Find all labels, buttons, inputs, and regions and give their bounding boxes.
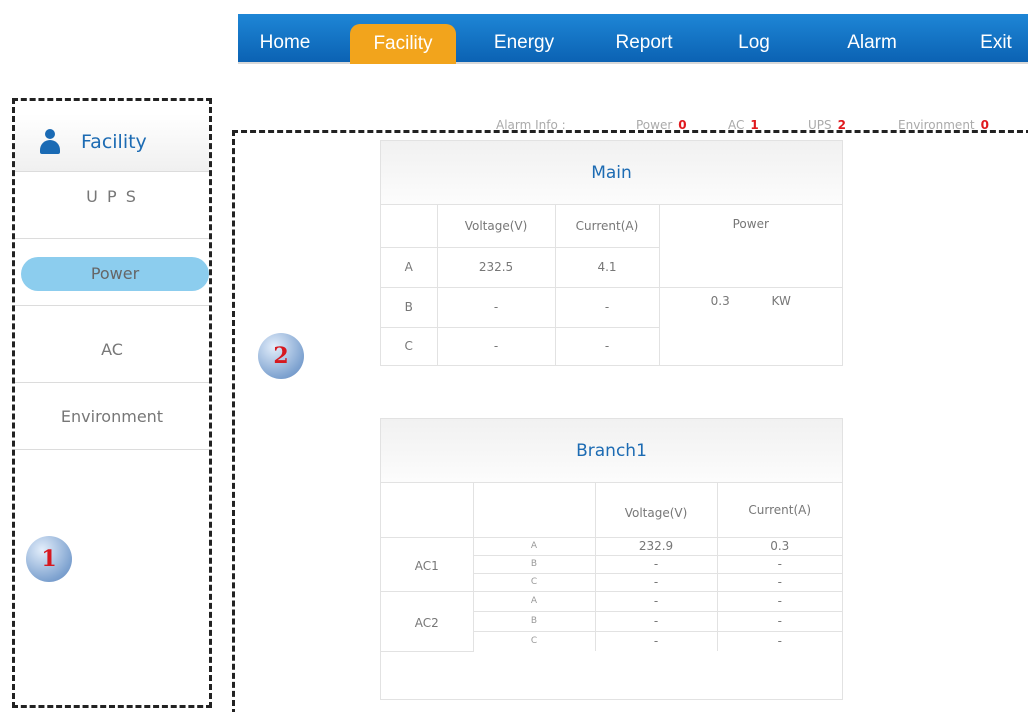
current-value: 0.3	[716, 536, 842, 556]
row-phase: B	[473, 554, 596, 574]
voltage-value: 232.5	[436, 246, 556, 288]
table-cell	[381, 483, 474, 538]
current-value: -	[716, 610, 842, 632]
nav-facility[interactable]: Facility	[350, 24, 456, 64]
annotation-marker-1: 1	[26, 536, 72, 582]
current-value: -	[716, 630, 842, 651]
current-value: -	[716, 554, 842, 574]
column-header: Power	[658, 205, 842, 288]
row-phase: C	[473, 630, 596, 651]
row-phase: B	[473, 610, 596, 632]
voltage-value: 232.9	[594, 536, 718, 556]
voltage-value: -	[594, 610, 718, 632]
row-phase: C	[473, 572, 596, 592]
voltage-value: -	[436, 286, 556, 328]
voltage-value: -	[594, 554, 718, 574]
nav-home[interactable]: Home	[246, 14, 324, 64]
main-table-panel: Main Voltage(V) Current(A) Power A 232.5…	[380, 140, 843, 366]
branch-table-title: Branch1	[381, 419, 842, 483]
branch-group-name: AC1	[381, 536, 474, 592]
current-value: -	[716, 572, 842, 592]
power-value: 0.3	[710, 293, 730, 308]
annotation-marker-2: 2	[258, 333, 304, 379]
top-nav-bar: Home Facility Energy Report Log Alarm Ex…	[238, 14, 1028, 64]
row-phase: A	[381, 246, 438, 288]
main-table: Voltage(V) Current(A) Power A 232.5 4.1 …	[381, 205, 842, 366]
current-value: -	[554, 286, 660, 328]
row-phase: A	[472, 590, 596, 612]
branch-table-panel: Branch1 Voltage(V) Current(A) AC1 A 232.…	[380, 418, 843, 700]
power-unit: KW	[771, 293, 791, 308]
nav-report[interactable]: Report	[596, 14, 692, 64]
sidebar-annotation-frame	[12, 98, 212, 708]
nav-alarm[interactable]: Alarm	[832, 14, 912, 64]
branch-group-name: AC2	[381, 590, 474, 652]
row-phase: B	[381, 286, 438, 328]
row-phase: A	[472, 536, 596, 556]
column-header: Voltage(V)	[436, 205, 556, 248]
branch-table: Voltage(V) Current(A) AC1 A 232.9 0.3 B …	[381, 483, 842, 652]
column-header: Current(A)	[716, 483, 842, 538]
power-cell: 0.3 KW	[658, 286, 842, 366]
voltage-value: -	[594, 630, 718, 651]
main-table-title: Main	[381, 141, 842, 205]
nav-log[interactable]: Log	[724, 14, 784, 64]
current-value: -	[716, 590, 842, 612]
row-phase: C	[381, 326, 438, 365]
nav-energy[interactable]: Energy	[476, 14, 572, 64]
column-header: Voltage(V)	[594, 483, 718, 538]
table-cell	[381, 205, 438, 248]
voltage-value: -	[594, 590, 718, 612]
voltage-value: -	[594, 572, 718, 592]
nav-exit[interactable]: Exit	[966, 14, 1026, 64]
current-value: -	[554, 326, 659, 365]
voltage-value: -	[436, 326, 556, 365]
column-header: Current(A)	[554, 205, 660, 248]
table-cell	[472, 483, 596, 538]
current-value: 4.1	[554, 246, 659, 288]
